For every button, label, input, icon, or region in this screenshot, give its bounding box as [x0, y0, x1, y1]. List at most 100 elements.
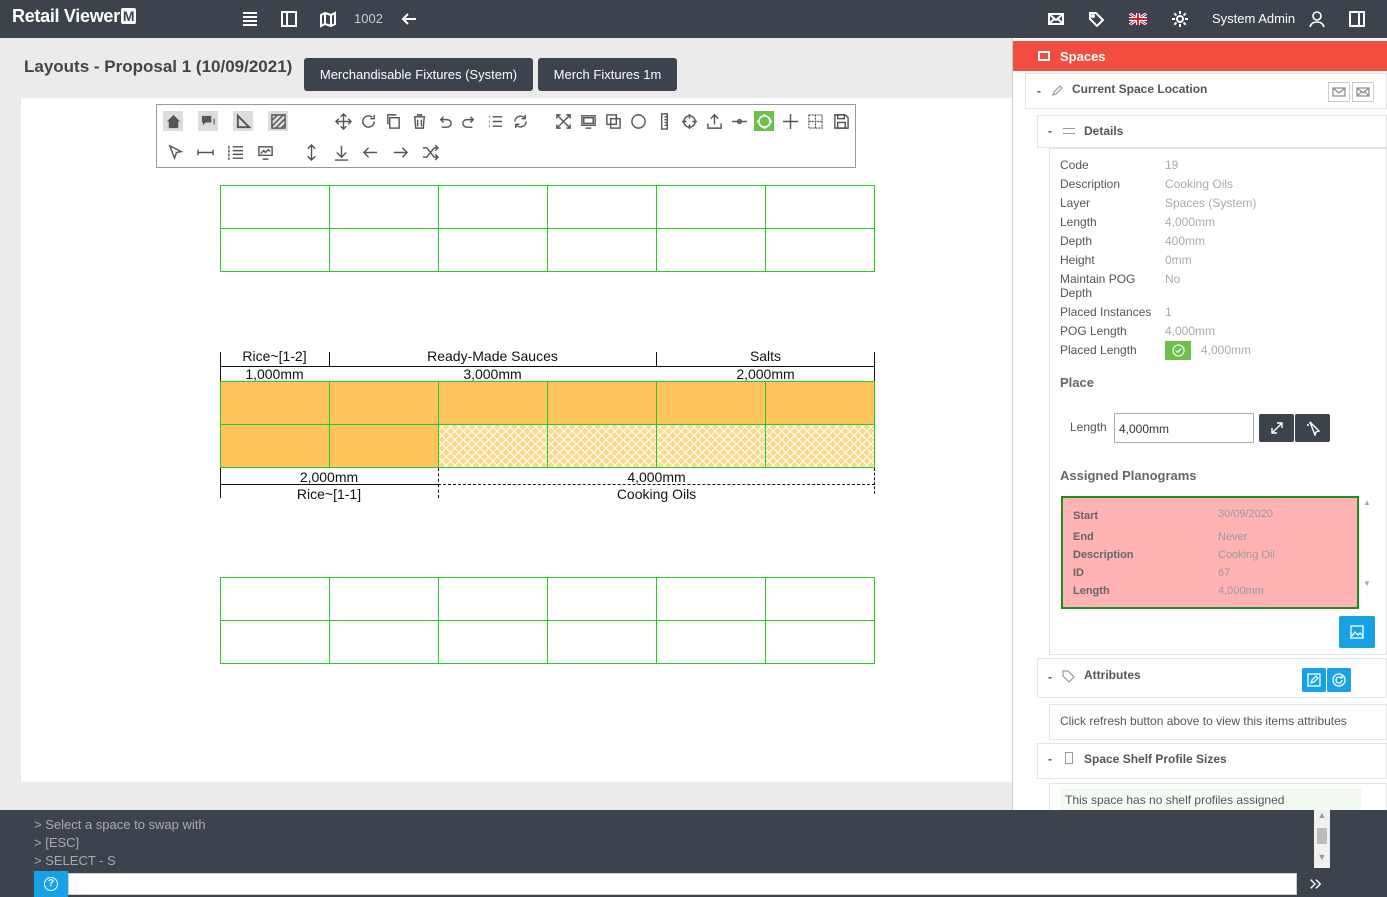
hatch-icon[interactable]: [268, 111, 288, 131]
left-arrow-icon[interactable]: [360, 142, 380, 162]
user-icon[interactable]: [1307, 9, 1327, 29]
move-icon[interactable]: [333, 111, 353, 131]
record-id: 1002: [354, 11, 383, 26]
space-label-rice-1-2: Rice~[1-2]: [242, 348, 307, 364]
space-bay[interactable]: [438, 381, 548, 425]
list-icon[interactable]: [240, 9, 260, 29]
selected-space-bay[interactable]: [438, 424, 548, 468]
down-arrow-icon[interactable]: [331, 142, 351, 162]
space-bay[interactable]: [329, 424, 439, 468]
selected-space-bay[interactable]: [765, 424, 875, 468]
merch-fixtures-1m-button[interactable]: Merch Fixtures 1m: [538, 58, 677, 91]
detail-label: Description: [1060, 177, 1121, 191]
detail-value: 0mm: [1165, 253, 1192, 267]
layers-icon[interactable]: [603, 111, 623, 131]
chat-icon[interactable]: [198, 111, 218, 131]
circle-icon[interactable]: [628, 111, 648, 131]
check-icon: [1165, 341, 1191, 360]
place-length-input[interactable]: 4,000mm: [1114, 413, 1254, 443]
top-bar: Retail Viewer M 1002 System Admin: [0, 0, 1387, 38]
refresh-attributes-button[interactable]: [1327, 668, 1351, 692]
detail-label: Depth: [1060, 234, 1093, 248]
edit-attributes-button[interactable]: [1302, 668, 1326, 692]
detail-value: 19: [1165, 158, 1179, 172]
space-bay[interactable]: [656, 381, 766, 425]
vertical-resize-icon[interactable]: [301, 142, 321, 162]
space-bay[interactable]: [220, 424, 330, 468]
space-bay[interactable]: [329, 381, 439, 425]
measure-icon[interactable]: [195, 142, 215, 162]
monitor-icon[interactable]: [578, 111, 598, 131]
detail-value: No: [1165, 272, 1181, 286]
refresh-icon[interactable]: [510, 111, 530, 131]
crosshair-icon[interactable]: [679, 111, 699, 131]
undo-icon[interactable]: [434, 111, 454, 131]
connector-icon[interactable]: [729, 111, 749, 131]
console-output: > Select a space to swap with > [ESC] > …: [34, 810, 1314, 870]
redo-icon[interactable]: [459, 111, 479, 131]
back-arrow-icon[interactable]: [399, 9, 419, 29]
right-arrow-icon[interactable]: [390, 142, 410, 162]
detail-value: 1: [1165, 305, 1172, 319]
copy-icon[interactable]: [383, 111, 403, 131]
rotate-icon[interactable]: [358, 111, 378, 131]
planogram-image-button[interactable]: [1339, 616, 1375, 648]
selected-space-bay[interactable]: [656, 424, 766, 468]
merchandisable-fixtures-button[interactable]: Merchandisable Fixtures (System): [304, 58, 533, 91]
selected-space-bay[interactable]: [547, 424, 657, 468]
space-label-salts: Salts: [749, 348, 782, 364]
user-name[interactable]: System Admin: [1212, 11, 1295, 26]
details-icon: [1063, 128, 1075, 134]
list-view-icon[interactable]: [485, 111, 505, 131]
gear-icon[interactable]: [1170, 9, 1190, 29]
help-icon[interactable]: ?: [34, 871, 68, 897]
select-space-icon[interactable]: [754, 111, 774, 131]
expand-icon[interactable]: [553, 111, 573, 131]
submit-command-icon[interactable]: [1300, 872, 1330, 896]
save-icon[interactable]: [831, 111, 851, 131]
locate-mail-alt-icon[interactable]: [1352, 82, 1374, 102]
columns-icon[interactable]: [279, 9, 299, 29]
space-bay[interactable]: [220, 381, 330, 425]
space-bay[interactable]: [547, 381, 657, 425]
console-scrollbar[interactable]: ▲ ▼: [1314, 810, 1330, 868]
attributes-title[interactable]: Attributes: [1084, 668, 1141, 682]
delete-icon[interactable]: [409, 111, 429, 131]
pick-length-button[interactable]: [1295, 414, 1330, 442]
detail-value: 4,000mm: [1165, 324, 1216, 338]
upload-icon[interactable]: [704, 111, 724, 131]
map-icon[interactable]: [318, 9, 338, 29]
mail-icon[interactable]: [1046, 9, 1066, 29]
planogram-scrollbar[interactable]: ▲ ▼: [1363, 498, 1371, 610]
home-icon[interactable]: [163, 111, 183, 131]
app-logo[interactable]: Retail Viewer M: [12, 6, 137, 27]
numbered-list-icon[interactable]: [225, 142, 245, 162]
pointer-icon[interactable]: [165, 142, 185, 162]
ruler-icon[interactable]: [654, 111, 674, 131]
shuffle-icon[interactable]: [420, 142, 440, 162]
current-space-location-title[interactable]: Current Space Location: [1072, 82, 1207, 96]
tag-icon[interactable]: [1086, 9, 1106, 29]
panel-header[interactable]: Spaces: [1013, 41, 1387, 71]
panel-toggle-icon[interactable]: [1347, 9, 1367, 29]
command-input[interactable]: [68, 873, 1297, 895]
shelf-profile-title[interactable]: Space Shelf Profile Sizes: [1084, 752, 1227, 766]
details-title[interactable]: Details: [1084, 124, 1123, 138]
locate-mail-icon[interactable]: [1328, 82, 1350, 102]
drawing-toolbox: [156, 104, 856, 168]
space-length-salts: 2,000mm: [736, 366, 795, 382]
space-bay[interactable]: [765, 381, 875, 425]
display-icon[interactable]: [255, 142, 275, 162]
grid-select-icon[interactable]: [805, 111, 825, 131]
add-icon[interactable]: [780, 111, 800, 131]
detail-label: Code: [1060, 158, 1089, 172]
resize-length-button[interactable]: [1259, 414, 1294, 442]
place-length-label: Length: [1070, 420, 1107, 434]
detail-value: 400mm: [1165, 234, 1206, 248]
detail-label: Length: [1060, 215, 1097, 229]
planogram-card[interactable]: Start 30/09/2020 End Never Description Cook…: [1061, 496, 1359, 609]
console-line: > SELECT - S: [34, 853, 116, 868]
space-length-rice-1-2: 1,000mm: [245, 366, 304, 382]
set-square-icon[interactable]: [233, 111, 253, 131]
uk-flag-icon[interactable]: [1128, 9, 1148, 29]
